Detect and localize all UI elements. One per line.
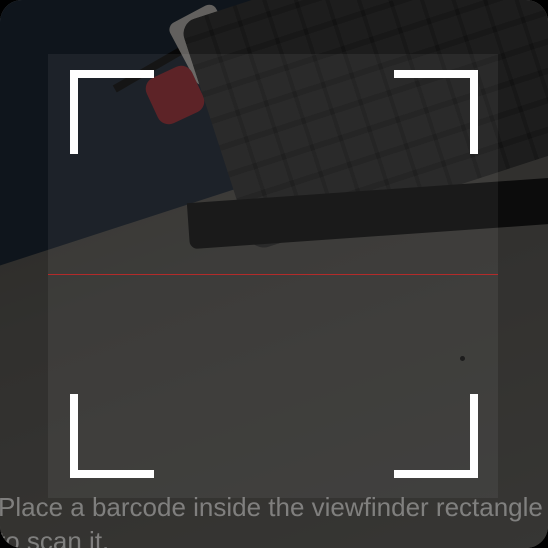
viewfinder-corner-bottom-left <box>70 394 154 478</box>
viewfinder-corner-top-right <box>394 70 478 154</box>
barcode-scanner-view: Place a barcode inside the viewfinder re… <box>0 0 548 548</box>
viewfinder-corner-bottom-right <box>394 394 478 478</box>
scan-laser-line <box>48 274 498 275</box>
scan-instruction-text: Place a barcode inside the viewfinder re… <box>0 492 543 548</box>
viewfinder-corner-top-left <box>70 70 154 154</box>
